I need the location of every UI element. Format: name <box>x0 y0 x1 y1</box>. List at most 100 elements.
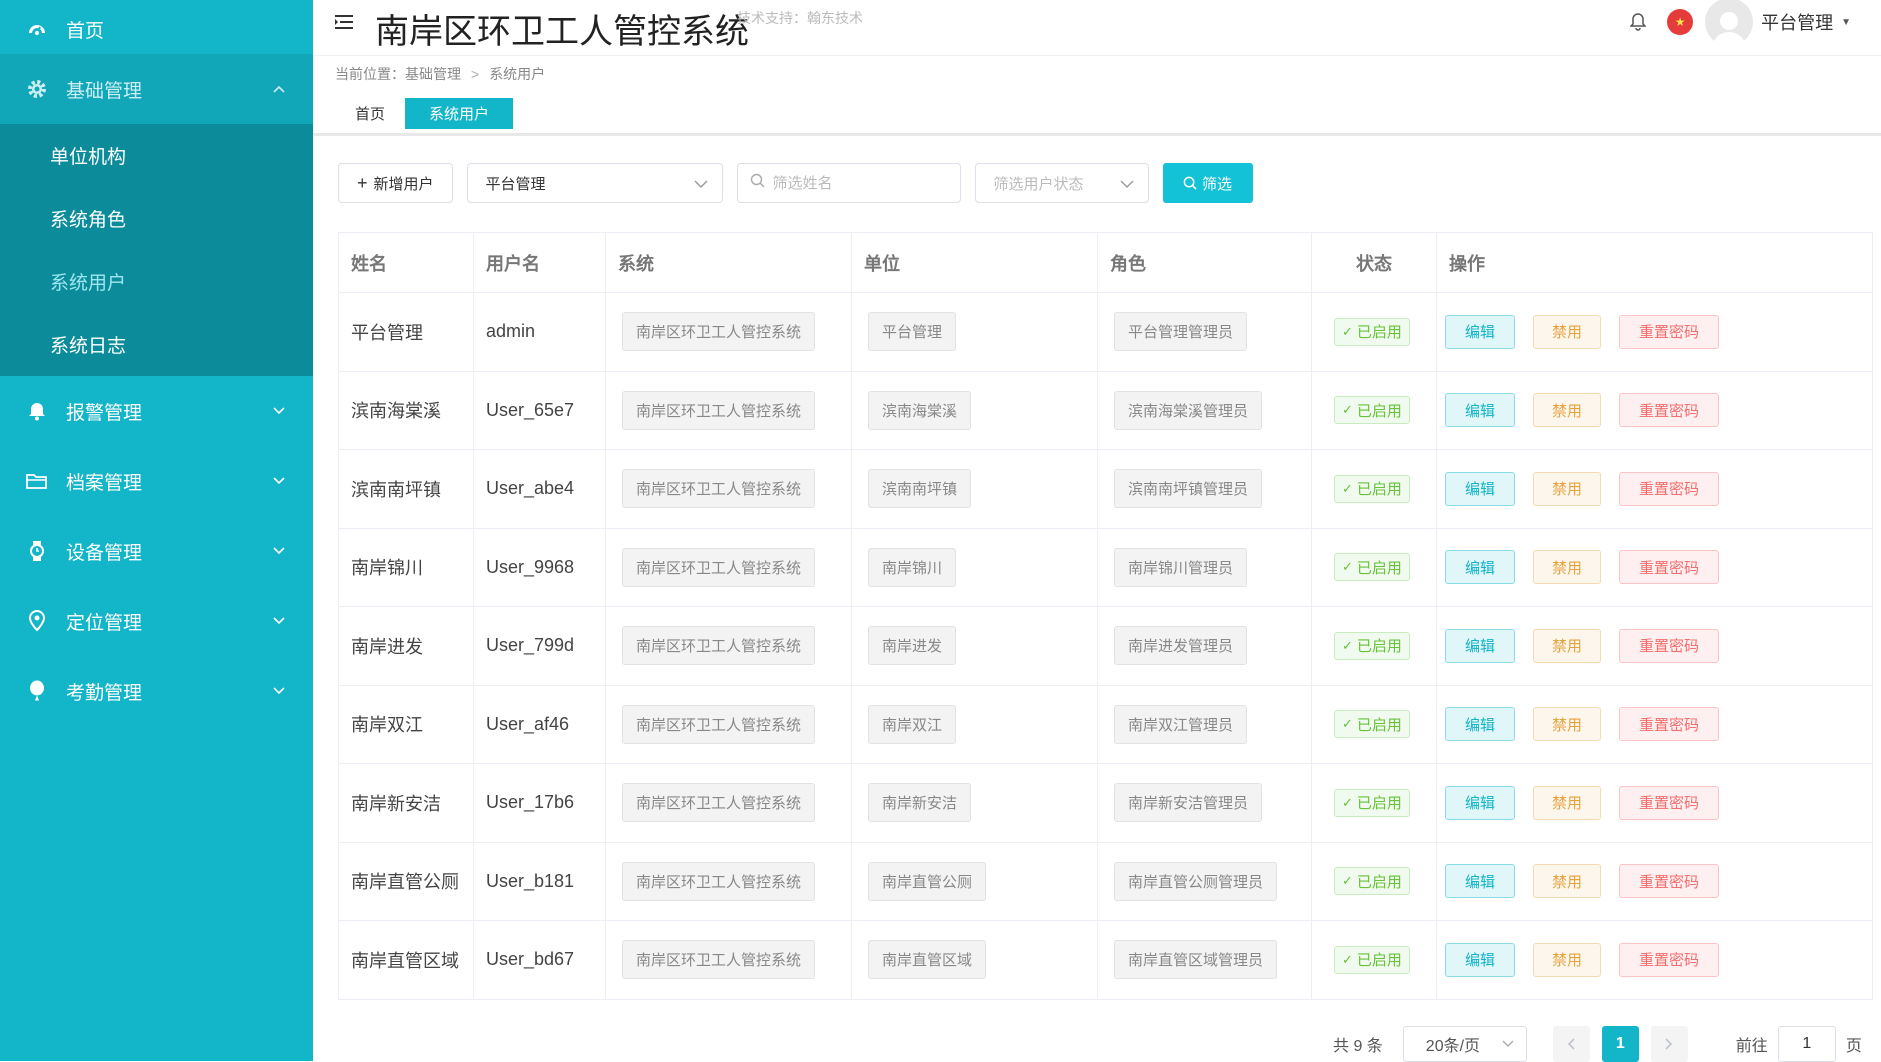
cell-role: 南岸锦川管理员 <box>1098 528 1312 606</box>
unit-tag: 平台管理 <box>868 312 957 352</box>
system-tag: 南岸区环卫工人管控系统 <box>622 940 816 980</box>
table-row: 南岸锦川 User_9968 南岸区环卫工人管控系统 南岸锦川 南岸锦川管理员 ✓ 已启用编… <box>339 528 1872 607</box>
sidebar: 首页 基础管理 单位机构 系统角色 系统用户 系统日志 报警管理 档案管理 设备… <box>0 0 313 1061</box>
name-search-input[interactable] <box>772 174 953 192</box>
check-icon: ✓ <box>1342 402 1353 418</box>
name-search <box>736 163 961 203</box>
column-header: 角色 <box>1098 233 1312 292</box>
reset-password-button[interactable]: 重置密码 <box>1619 393 1720 428</box>
cell-username: User_65e7 <box>474 371 606 449</box>
status-badge: ✓ 已启用 <box>1334 710 1410 739</box>
status-text: 已启用 <box>1356 638 1402 656</box>
reset-password-button[interactable]: 重置密码 <box>1619 942 1720 977</box>
sidebar-group-alarm[interactable]: 报警管理 <box>0 376 313 446</box>
cell-unit: 滨南海棠溪 <box>852 371 1098 449</box>
status-select-placeholder: 筛选用户状态 <box>993 175 1084 193</box>
tab-home[interactable]: 首页 <box>335 98 405 129</box>
reset-password-button[interactable]: 重置密码 <box>1619 707 1720 742</box>
sidebar-item-label: 档案管理 <box>66 472 143 494</box>
cell-status: ✓ 已启用 <box>1312 842 1437 920</box>
system-select[interactable]: 平台管理 <box>466 163 723 203</box>
sidebar-item-home[interactable]: 首页 <box>0 0 313 54</box>
reset-password-button[interactable]: 重置密码 <box>1619 628 1720 663</box>
sidebar-item-units[interactable]: 单位机构 <box>0 124 313 187</box>
cell-actions: 编辑 禁用 重置密码 <box>1437 372 1872 450</box>
page-number[interactable]: 1 <box>1601 1026 1639 1062</box>
tab-system-users[interactable]: 系统用户 <box>405 98 514 129</box>
add-user-button[interactable]: + 新增用户 <box>338 163 453 203</box>
disable-button[interactable]: 禁用 <box>1533 864 1602 899</box>
sidebar-item-users[interactable]: 系统用户 <box>0 250 313 313</box>
table-row: 南岸直管区域 User_bd67 南岸区环卫工人管控系统 南岸直管区域 南岸直管区域管理… <box>339 921 1872 1000</box>
table-row: 南岸新安洁 User_17b6 南岸区环卫工人管控系统 南岸新安洁 南岸新安洁管理员 ✓ 已… <box>339 764 1872 843</box>
edit-button[interactable]: 编辑 <box>1445 393 1516 428</box>
edit-button[interactable]: 编辑 <box>1445 628 1516 663</box>
check-icon: ✓ <box>1342 794 1353 810</box>
filter-label: 筛选 <box>1202 175 1233 193</box>
breadcrumb-prefix: 当前位置： <box>335 66 405 82</box>
sidebar-group-device[interactable]: 设备管理 <box>0 516 313 586</box>
column-header: 单位 <box>852 233 1098 292</box>
caret-down-icon[interactable]: ▼ <box>1841 17 1851 28</box>
prev-page-button[interactable] <box>1552 1026 1590 1062</box>
sidebar-item-roles[interactable]: 系统角色 <box>0 187 313 250</box>
cell-actions: 编辑 禁用 重置密码 <box>1437 843 1872 921</box>
reset-password-button[interactable]: 重置密码 <box>1619 864 1720 899</box>
status-select[interactable]: 筛选用户状态 <box>974 163 1149 203</box>
notification-bell-icon[interactable] <box>1627 11 1649 33</box>
china-flag-icon[interactable]: ★ <box>1667 9 1694 35</box>
menu-toggle-icon[interactable] <box>333 10 357 34</box>
sidebar-group-location[interactable]: 定位管理 <box>0 586 313 656</box>
unit-tag: 南岸双江 <box>868 704 957 744</box>
breadcrumb-item[interactable]: 基础管理 <box>405 64 461 84</box>
disable-button[interactable]: 禁用 <box>1533 942 1602 977</box>
reset-password-button[interactable]: 重置密码 <box>1619 314 1720 349</box>
edit-button[interactable]: 编辑 <box>1445 550 1516 585</box>
avatar[interactable] <box>1705 0 1754 46</box>
location-icon <box>24 608 50 634</box>
cell-status: ✓ 已启用 <box>1312 528 1437 606</box>
chevron-down-icon <box>271 403 287 419</box>
next-page-button[interactable] <box>1650 1026 1688 1062</box>
plus-icon: + <box>357 172 368 193</box>
status-text: 已启用 <box>1356 402 1402 420</box>
disable-button[interactable]: 禁用 <box>1533 393 1602 428</box>
disable-button[interactable]: 禁用 <box>1533 550 1602 585</box>
edit-button[interactable]: 编辑 <box>1445 942 1516 977</box>
edit-button[interactable]: 编辑 <box>1445 864 1516 899</box>
goto-page-input[interactable] <box>1777 1026 1836 1062</box>
check-icon: ✓ <box>1342 559 1353 575</box>
status-badge: ✓ 已启用 <box>1334 317 1410 346</box>
page-tabs: 首页 系统用户 <box>335 98 514 129</box>
sidebar-item-logs[interactable]: 系统日志 <box>0 313 313 376</box>
system-tag: 南岸区环卫工人管控系统 <box>622 704 816 744</box>
edit-button[interactable]: 编辑 <box>1445 471 1516 506</box>
edit-button[interactable]: 编辑 <box>1445 314 1516 349</box>
cell-system: 南岸区环卫工人管控系统 <box>606 685 852 763</box>
disable-button[interactable]: 禁用 <box>1533 471 1602 506</box>
unit-tag: 滨南海棠溪 <box>868 390 972 430</box>
disable-button[interactable]: 禁用 <box>1533 785 1602 820</box>
reset-password-button[interactable]: 重置密码 <box>1619 471 1720 506</box>
sidebar-group-attendance[interactable]: 考勤管理 <box>0 656 313 726</box>
unit-tag: 南岸直管公厕 <box>868 861 987 901</box>
disable-button[interactable]: 禁用 <box>1533 707 1602 742</box>
system-tag: 南岸区环卫工人管控系统 <box>622 626 816 666</box>
reset-password-button[interactable]: 重置密码 <box>1619 550 1720 585</box>
page-size-select[interactable]: 20条/页 <box>1402 1026 1527 1062</box>
disable-button[interactable]: 禁用 <box>1533 314 1602 349</box>
cell-actions: 编辑 禁用 重置密码 <box>1437 529 1872 607</box>
edit-button[interactable]: 编辑 <box>1445 707 1516 742</box>
sidebar-group-archive[interactable]: 档案管理 <box>0 446 313 516</box>
goto-page: 前往 页 <box>1736 1026 1862 1062</box>
reset-password-button[interactable]: 重置密码 <box>1619 785 1720 820</box>
check-icon: ✓ <box>1342 480 1353 496</box>
sidebar-group-basic[interactable]: 基础管理 <box>0 54 313 124</box>
chevron-down-icon <box>271 683 287 699</box>
disable-button[interactable]: 禁用 <box>1533 628 1602 663</box>
user-name[interactable]: 平台管理 <box>1761 9 1833 35</box>
filter-button[interactable]: 筛选 <box>1162 163 1253 203</box>
cell-system: 南岸区环卫工人管控系统 <box>606 450 852 528</box>
edit-button[interactable]: 编辑 <box>1445 785 1516 820</box>
status-badge: ✓ 已启用 <box>1334 867 1410 896</box>
